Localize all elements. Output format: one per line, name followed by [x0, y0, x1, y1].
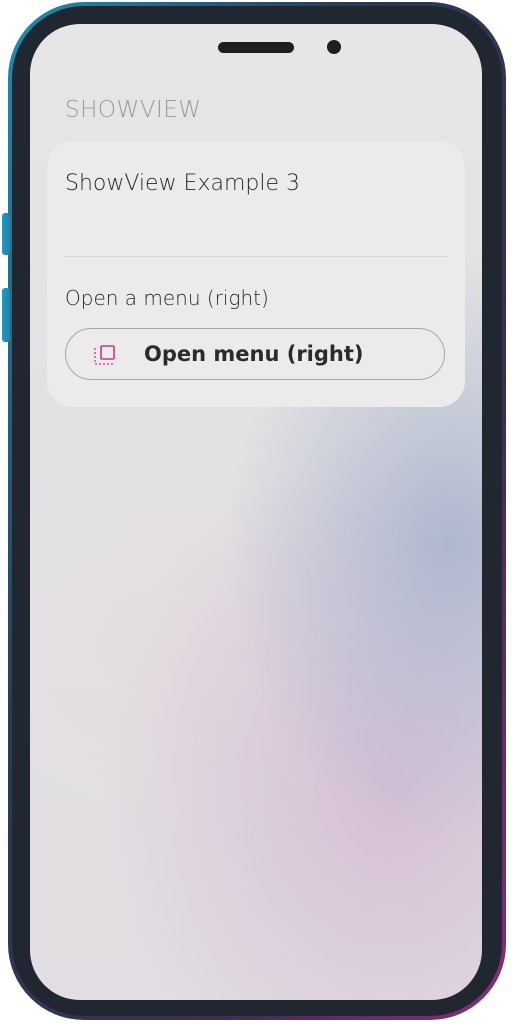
card-title: ShowView Example 3 — [65, 171, 300, 196]
volume-down-button — [2, 288, 10, 342]
open-menu-right-button[interactable]: Open menu (right) — [65, 328, 445, 380]
example-card: ShowView Example 3 Open a menu (right) O… — [47, 141, 465, 407]
open-menu-right-label: Open menu (right) — [144, 342, 364, 366]
menu-panel-icon — [92, 343, 118, 369]
card-divider — [65, 256, 447, 257]
speaker-icon — [218, 42, 294, 53]
volume-up-button — [2, 213, 10, 255]
menu-row-label: Open a menu (right) — [65, 286, 269, 310]
device-screen: SHOWVIEW ShowView Example 3 Open a menu … — [30, 24, 482, 1000]
camera-icon — [327, 40, 341, 54]
section-title: SHOWVIEW — [65, 97, 202, 123]
